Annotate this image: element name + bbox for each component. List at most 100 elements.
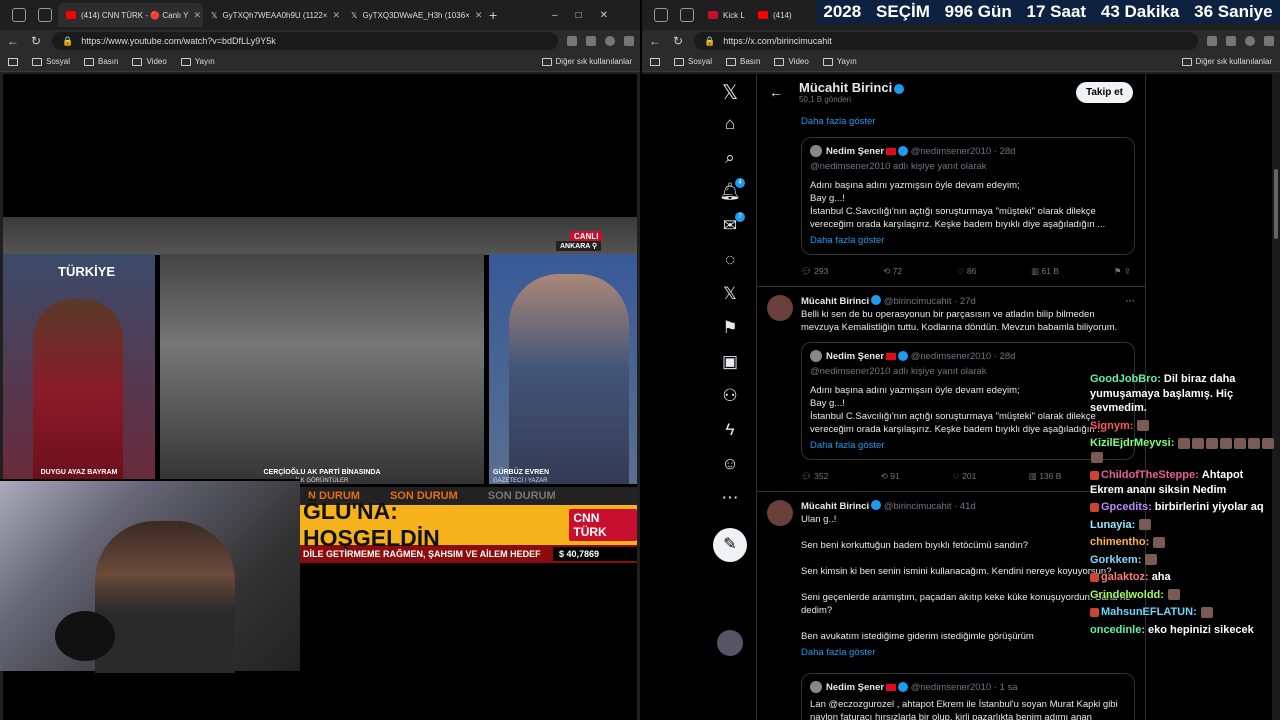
bookmark-folder-video[interactable]: Video <box>774 57 809 66</box>
new-tab-icon[interactable]: + <box>489 7 497 23</box>
show-more-link[interactable]: Daha fazla göster <box>757 113 1145 127</box>
tab-image-1[interactable]: 𝕏 GyTXQh7WEAA0h9U (1122× ✕ <box>203 3 343 27</box>
url-field[interactable]: 🔒 https://x.com/birincimucahit <box>694 32 1198 50</box>
chat-username: GoodJobBro: <box>1090 373 1161 385</box>
bookmark-folder-sosyal[interactable]: Sosyal <box>674 57 712 66</box>
views-stat[interactable]: ▥ 61 B <box>1031 265 1059 278</box>
follow-button[interactable]: Takip et <box>1075 81 1133 103</box>
search-icon[interactable]: ⌕ <box>719 148 741 170</box>
account-avatar[interactable] <box>717 630 743 656</box>
chat-emote-icon <box>1137 420 1150 432</box>
reply-button[interactable]: 💬︎ 293 <box>801 265 828 278</box>
show-more-link[interactable]: Daha fazla göster <box>810 439 1126 452</box>
tweet[interactable]: Mücahit Birinci @birincimucahit · 41d ···… <box>757 492 1145 720</box>
chat-text: eko hepinizi sikecek <box>1148 623 1254 636</box>
scrollbar-thumb[interactable] <box>1274 169 1278 239</box>
folder-icon <box>180 57 191 66</box>
profile-icon[interactable] <box>605 36 615 46</box>
tab-image-2[interactable]: 𝕏 GyTXQ3DWwAE_H3h (1036× ✕ <box>343 3 483 27</box>
bookmark-tab-icon[interactable] <box>650 57 660 66</box>
chat-username: galaktoz: <box>1101 571 1149 583</box>
x-logo-icon[interactable]: 𝕏 <box>719 80 741 104</box>
messages-badge: 7 <box>735 212 745 222</box>
extension-icon[interactable] <box>1207 36 1217 46</box>
bookmark-folder-basin[interactable]: Basın <box>726 57 760 66</box>
quoted-tweet[interactable]: Nedim Şener @nedimsener2010 · 28d @nedim… <box>801 137 1135 255</box>
favorites-icon[interactable] <box>1226 36 1236 46</box>
favorites-icon[interactable] <box>586 36 596 46</box>
show-more-link[interactable]: Daha fazla göster <box>810 234 1126 247</box>
views-stat[interactable]: ▥ 136 B <box>1029 470 1062 483</box>
footage-caption: CERÇİOĞLU AK PARTİ BİNASINDA <box>263 469 381 476</box>
like-button[interactable]: ♡ 201 <box>952 470 976 483</box>
home-icon[interactable]: ⌂ <box>719 114 741 136</box>
anchor-caption: DUYGU AYAZ BAYRAM <box>40 469 118 476</box>
chat-emote-icon <box>1167 589 1180 601</box>
bookmark-folder-yayin[interactable]: Yayın <box>180 57 215 66</box>
workspaces-icon[interactable] <box>654 8 668 22</box>
microphone-icon <box>55 611 115 661</box>
chat-username: chimentho: <box>1090 536 1150 548</box>
guest-caption: GÜRBÜZ EVREN <box>493 469 550 476</box>
refresh-icon[interactable]: ↻ <box>671 34 685 48</box>
tab-youtube-2[interactable]: (414) <box>750 3 796 27</box>
back-icon[interactable]: ← <box>648 34 662 48</box>
quoted-tweet[interactable]: Nedim Şener @nedimsener2010 · 1 sa Lan @… <box>801 673 1135 720</box>
bookmark-other[interactable]: Diğer sık kullanılanlar <box>1181 57 1272 66</box>
repost-button[interactable]: ⟲ 72 <box>883 265 902 278</box>
repost-button[interactable]: ⟲ 91 <box>881 470 900 483</box>
tweet[interactable]: Nedim Şener @nedimsener2010 · 28d @nedim… <box>757 127 1145 287</box>
more-icon[interactable] <box>1264 36 1274 46</box>
more-icon[interactable]: ⋯ <box>719 488 741 510</box>
chat-emote-icon <box>1206 437 1219 449</box>
like-button[interactable]: ♡ 86 <box>957 265 976 278</box>
bookmark-other[interactable]: Diğer sık kullanılanlar <box>541 57 632 66</box>
left-bookmarks-bar: Sosyal Basın Video Yayın Diğer sık kulla… <box>0 52 640 72</box>
profile-icon[interactable] <box>1245 36 1255 46</box>
profile-icon[interactable]: ☺ <box>719 454 741 476</box>
url-field[interactable]: 🔒 https://www.youtube.com/watch?v=bdDfLLy… <box>52 32 558 50</box>
window-controls[interactable]: –□✕ <box>552 10 626 21</box>
show-more-link[interactable]: Daha fazla göster <box>801 646 1135 659</box>
tab-actions-icon[interactable] <box>38 8 52 22</box>
extension-icon[interactable] <box>567 36 577 46</box>
chat-message: KizilEjdrMeyvsi: <box>1090 436 1280 465</box>
more-icon[interactable] <box>624 36 634 46</box>
jobs-icon[interactable]: ▣ <box>719 352 741 374</box>
verified-orgs-icon[interactable]: ϟ <box>719 420 741 442</box>
chat-badge-icon <box>1090 607 1099 617</box>
close-tab-icon[interactable]: ✕ <box>193 10 201 21</box>
close-tab-icon[interactable]: ✕ <box>475 10 483 21</box>
post-button[interactable]: ✎ <box>713 528 747 562</box>
youtube-favicon-icon <box>758 11 768 19</box>
close-tab-icon[interactable]: ✕ <box>332 10 340 21</box>
tweet[interactable]: Mücahit Birinci @birincimucahit · 27d ···… <box>757 287 1145 492</box>
bookmark-folder-sosyal[interactable]: Sosyal <box>32 57 70 66</box>
communities-icon[interactable]: ⚇ <box>719 386 741 408</box>
tweet-menu-icon[interactable]: ··· <box>1126 295 1136 308</box>
bookmark-share-icons[interactable]: ⚑ ⇪ <box>1114 265 1131 278</box>
premium-icon[interactable]: 𝕏 <box>719 284 741 306</box>
messages-icon[interactable]: ✉ 7 <box>719 212 745 238</box>
tweet-actions: 💬︎ 293 ⟲ 72 ♡ 86 ▥ 61 B ⚑ ⇪ <box>801 265 1135 278</box>
back-icon[interactable]: ← <box>6 34 20 48</box>
workspaces-icon[interactable] <box>12 8 26 22</box>
bookmark-folder-video[interactable]: Video <box>132 57 167 66</box>
refresh-icon[interactable]: ↻ <box>29 34 43 48</box>
chat-username: Grindelwoldd: <box>1090 588 1164 601</box>
notifications-icon[interactable]: 🔔︎ 4 <box>719 178 745 204</box>
quoted-tweet[interactable]: Nedim Şener @nedimsener2010 · 28d @nedim… <box>801 342 1135 460</box>
grok-icon[interactable]: ◌ <box>719 250 741 272</box>
bookmark-folder-basin[interactable]: Basın <box>84 57 118 66</box>
tab-kick[interactable]: Kick L <box>700 3 750 27</box>
reply-button[interactable]: 💬︎ 352 <box>801 470 828 483</box>
back-arrow-icon[interactable]: ← <box>769 84 783 100</box>
right-address-bar: ← ↻ 🔒 https://x.com/birincimucahit <box>642 30 1280 52</box>
bookmark-folder-yayin[interactable]: Yayın <box>822 57 857 66</box>
bookmark-tab-icon[interactable] <box>8 57 18 66</box>
tab-actions-icon[interactable] <box>680 8 694 22</box>
chat-username: oncedinle: <box>1090 623 1146 636</box>
bookmarks-icon[interactable]: ⚑ <box>719 318 741 340</box>
tab-youtube[interactable]: (414) CNN TÜRK - 🔴 Canlı Y ✕ <box>58 3 203 27</box>
chat-emote-icon <box>1153 536 1166 548</box>
